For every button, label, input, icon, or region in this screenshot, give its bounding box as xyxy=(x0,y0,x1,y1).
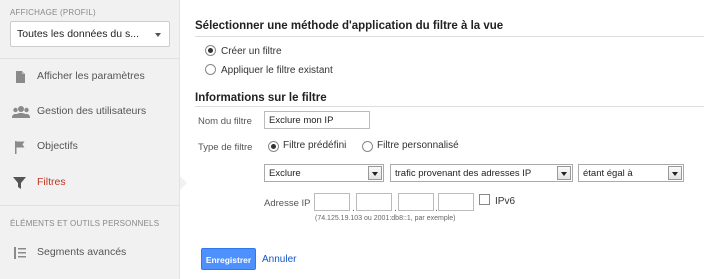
apply-existing-filter-radio[interactable] xyxy=(205,64,216,75)
view-section-title: AFFICHAGE (PROFIL) xyxy=(10,8,96,17)
users-icon xyxy=(12,105,30,119)
filter-info-title: Informations sur le filtre xyxy=(195,92,327,104)
profile-select[interactable]: Toutes les données du s... xyxy=(10,21,170,47)
sidebar-divider xyxy=(0,58,179,59)
flag-icon xyxy=(12,140,28,154)
page-icon xyxy=(12,70,28,84)
filter-source-value: trafic provenant des adresses IP xyxy=(395,168,532,179)
section-divider xyxy=(195,36,704,37)
filter-name-input[interactable]: Exclure mon IP xyxy=(264,111,370,129)
sidebar-item-goals[interactable]: Objectifs xyxy=(0,131,179,163)
custom-filter-radio[interactable] xyxy=(362,141,373,152)
ip-octet-2-input[interactable] xyxy=(356,193,392,211)
sidebar-item-label: Objectifs xyxy=(37,140,78,152)
filter-operator-value: étant égal à xyxy=(583,168,633,179)
profile-select-value: Toutes les données du s... xyxy=(17,28,139,40)
ipv6-checkbox[interactable] xyxy=(479,194,490,205)
sidebar: AFFICHAGE (PROFIL) Toutes les données du… xyxy=(0,0,187,279)
filter-action-select[interactable]: Exclure xyxy=(264,164,384,182)
ip-octet-3-input[interactable] xyxy=(398,193,434,211)
ip-separator: . xyxy=(394,203,397,214)
create-filter-radio[interactable] xyxy=(205,45,216,56)
ip-separator: . xyxy=(352,203,355,214)
predefined-filter-radio[interactable] xyxy=(268,141,279,152)
ip-example-hint: (74.125.19.103 ou 2001:db8::1, par exemp… xyxy=(315,215,456,222)
method-section-title: Sélectionner une méthode d'application d… xyxy=(195,20,504,32)
chevron-down-icon xyxy=(155,33,161,37)
chevron-down-icon xyxy=(557,166,571,180)
filter-source-select[interactable]: trafic provenant des adresses IP xyxy=(390,164,573,182)
filter-type-label: Type de filtre xyxy=(198,142,253,153)
ip-octet-4-input[interactable] xyxy=(438,193,474,211)
create-filter-label: Créer un filtre xyxy=(221,46,282,57)
sidebar-item-view-settings[interactable]: Afficher les paramètres xyxy=(0,61,179,93)
sidebar-item-advanced-segments[interactable]: Segments avancés xyxy=(0,237,179,269)
filter-icon xyxy=(12,176,28,190)
predefined-filter-label: Filtre prédéfini xyxy=(283,140,347,151)
sidebar-item-label: Segments avancés xyxy=(37,246,127,258)
custom-filter-label: Filtre personnalisé xyxy=(377,140,459,151)
personal-section-title: ÉLÉMENTS ET OUTILS PERSONNELS xyxy=(10,219,160,228)
sidebar-item-filters[interactable]: Filtres xyxy=(0,167,187,199)
chevron-down-icon xyxy=(668,166,682,180)
section-divider xyxy=(195,106,704,107)
ipv6-label: IPv6 xyxy=(495,196,516,207)
sidebar-item-user-management[interactable]: Gestion des utilisateurs xyxy=(0,96,179,128)
save-button[interactable]: Enregistrer xyxy=(201,248,256,270)
cancel-link[interactable]: Annuler xyxy=(262,254,296,265)
chevron-down-icon xyxy=(368,166,382,180)
filter-action-value: Exclure xyxy=(269,168,301,179)
ip-address-label: Adresse IP xyxy=(264,198,311,209)
sidebar-item-label: Afficher les paramètres xyxy=(37,70,145,82)
ip-octet-1-input[interactable] xyxy=(314,193,350,211)
sidebar-item-label: Gestion des utilisateurs xyxy=(37,105,147,117)
sidebar-divider xyxy=(0,205,179,206)
filter-name-label: Nom du filtre xyxy=(198,116,252,127)
apply-existing-filter-label: Appliquer le filtre existant xyxy=(221,65,333,76)
segments-icon xyxy=(12,246,28,260)
filter-operator-select[interactable]: étant égal à xyxy=(578,164,684,182)
sidebar-item-label: Filtres xyxy=(37,176,66,188)
